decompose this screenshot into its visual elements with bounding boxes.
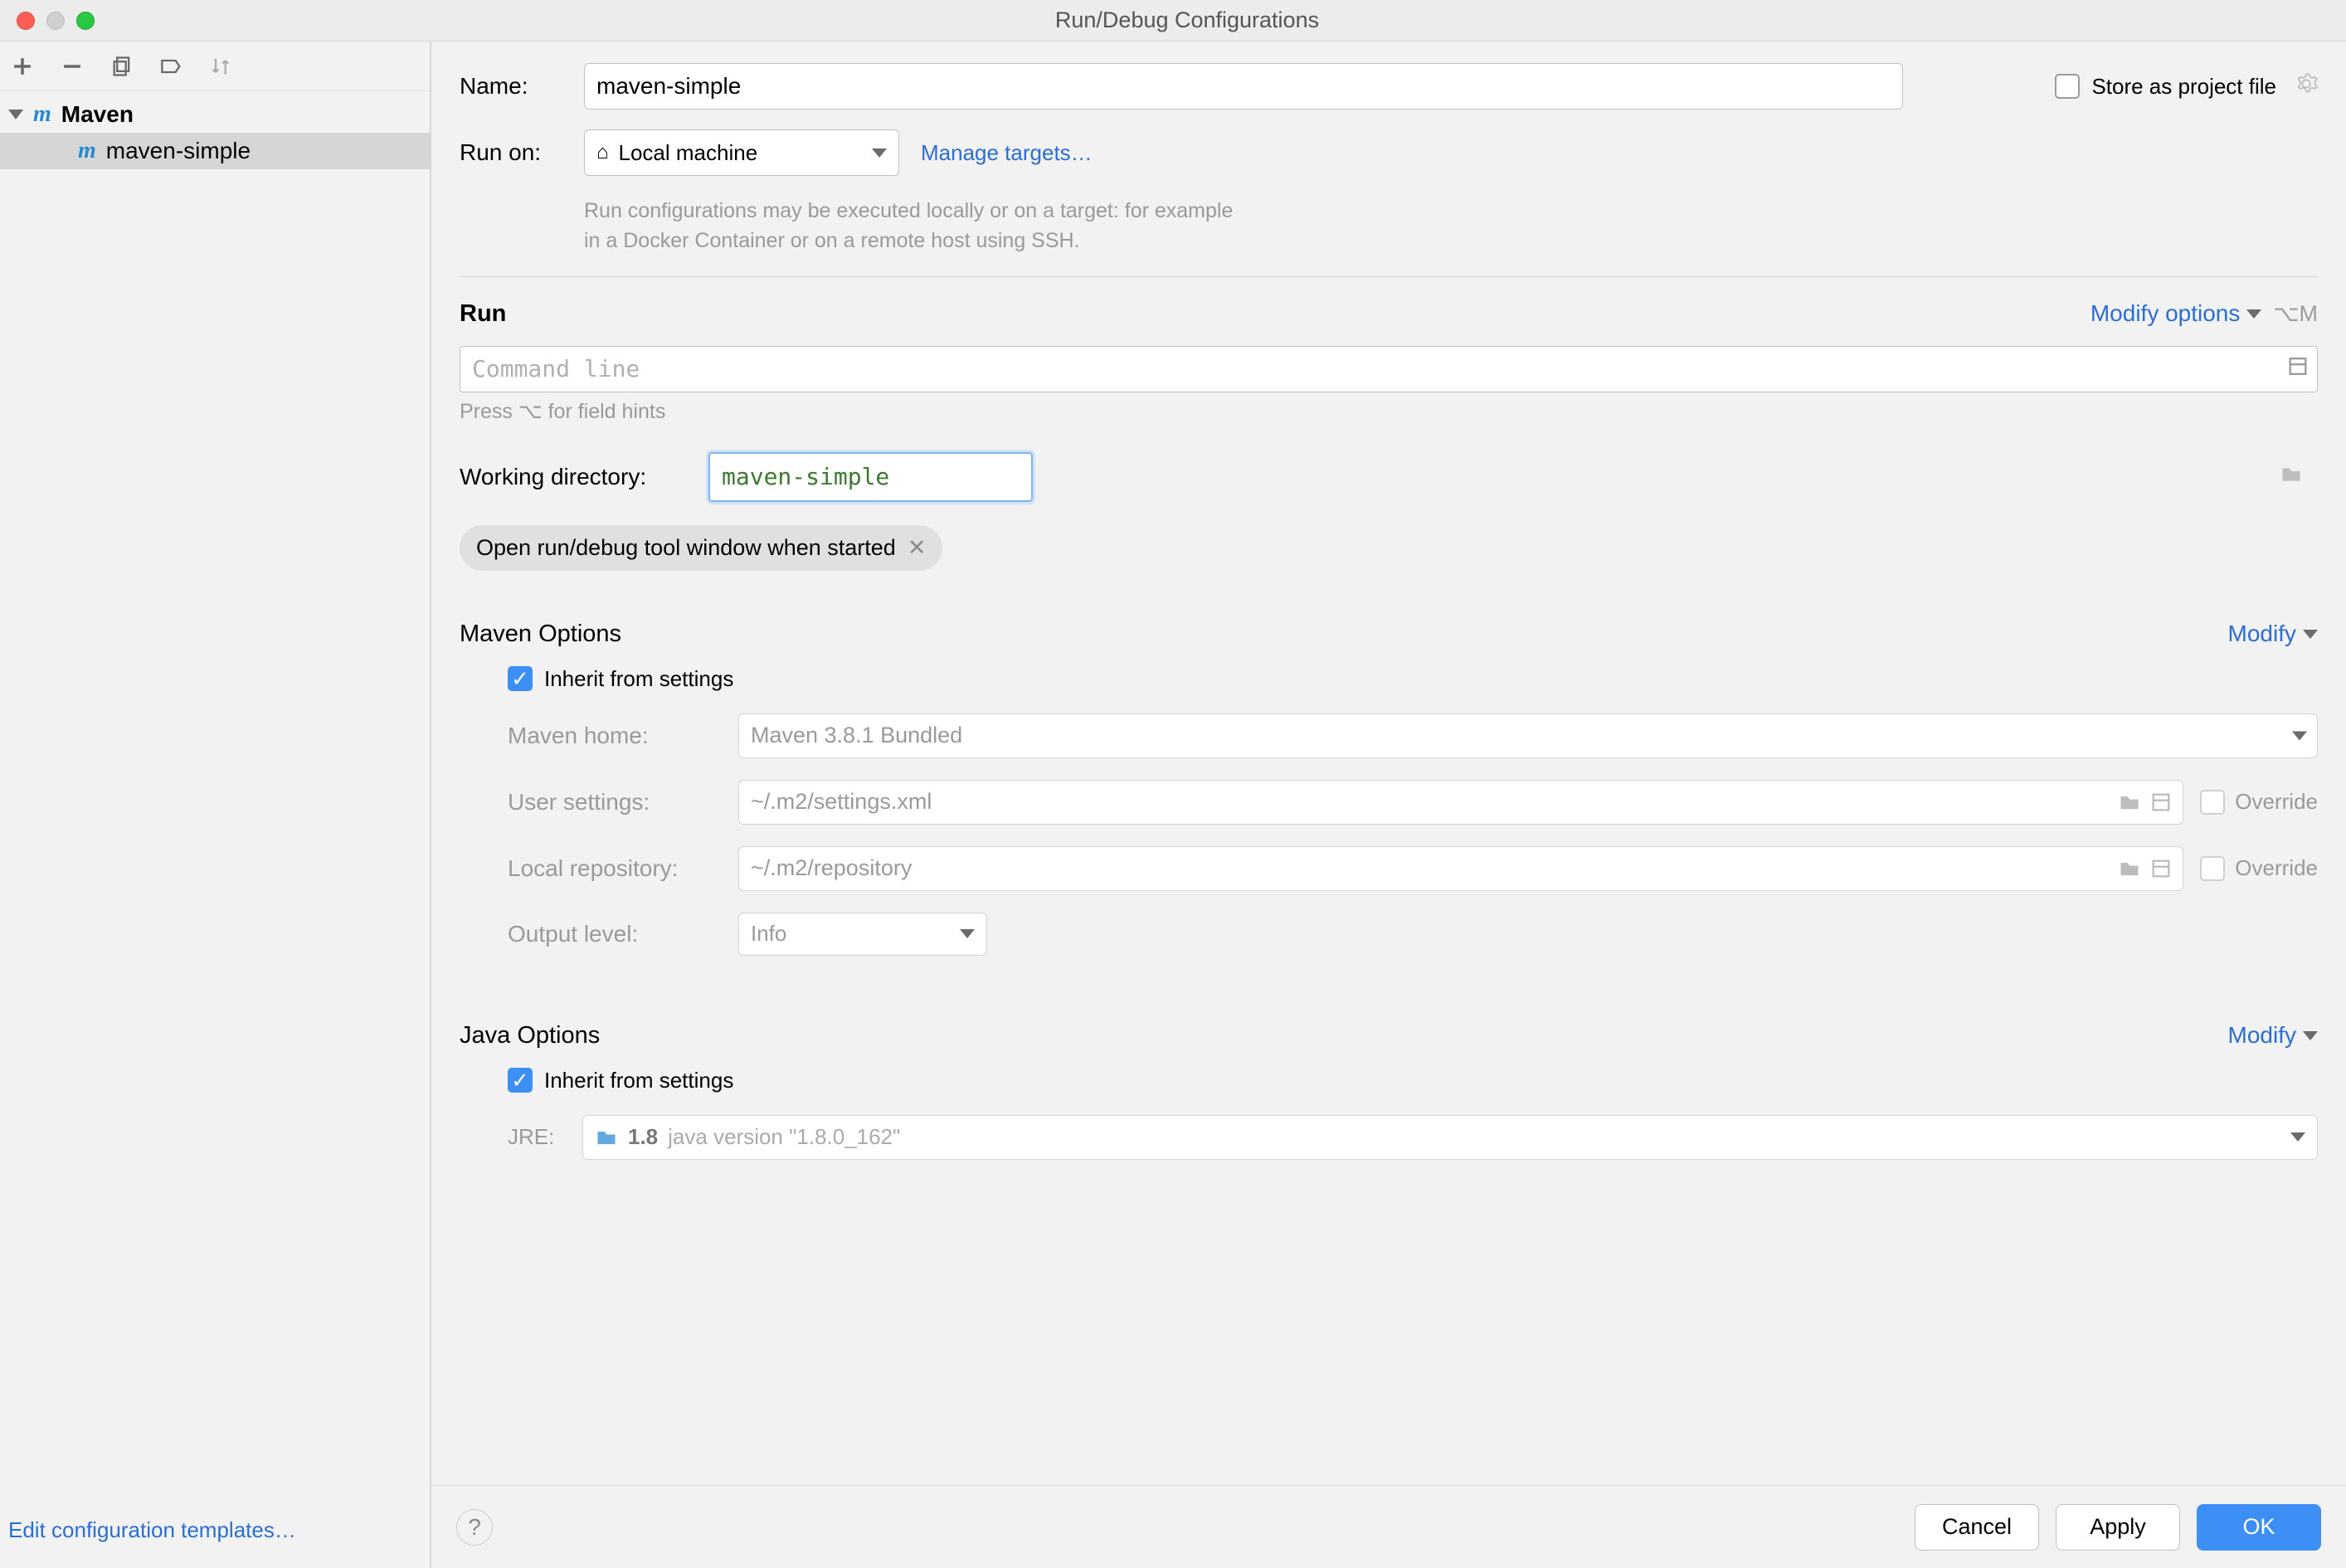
chevron-down-icon: [2246, 309, 2261, 319]
home-icon: ⌂: [596, 141, 609, 164]
titlebar: Run/Debug Configurations: [0, 0, 2346, 41]
sidebar-toolbar: [0, 41, 430, 91]
folder-icon: [595, 1126, 618, 1149]
window: Run/Debug Configurations m Maven m maven…: [0, 0, 2346, 1568]
user-settings-label: User settings:: [508, 789, 690, 816]
divider: [460, 276, 2318, 277]
user-settings-field: ~/.m2/settings.xml: [738, 780, 2183, 825]
sort-config-button[interactable]: [207, 52, 236, 80]
tree-item-label: maven-simple: [106, 138, 251, 164]
run-section-title: Run: [460, 300, 506, 328]
body: m Maven m maven-simple Edit configuratio…: [0, 41, 2346, 1568]
chevron-down-icon: [2290, 1132, 2305, 1142]
name-label: Name:: [460, 73, 584, 100]
chevron-down-icon: [872, 149, 887, 158]
maven-icon: m: [33, 101, 51, 128]
chevron-down-icon: [8, 110, 23, 119]
dialog-footer: ? Cancel Apply OK: [431, 1485, 2346, 1568]
runon-dropdown[interactable]: ⌂ Local machine: [584, 129, 899, 176]
maven-inherit-checkbox[interactable]: ✓: [508, 666, 533, 691]
list-icon: [2149, 791, 2173, 814]
jre-label: JRE:: [508, 1124, 582, 1150]
chevron-down-icon: [2303, 630, 2318, 639]
chevron-down-icon: [2292, 731, 2307, 740]
java-modify-link[interactable]: Modify: [2228, 1022, 2318, 1049]
maven-modify-link[interactable]: Modify: [2228, 621, 2318, 647]
local-repo-label: Local repository:: [508, 855, 690, 882]
expand-icon[interactable]: [2286, 354, 2309, 383]
override-label: Override: [2235, 855, 2318, 881]
maven-inherit-label: Inherit from settings: [544, 666, 733, 692]
user-override-checkbox: [2200, 790, 2225, 815]
window-title: Run/Debug Configurations: [28, 7, 2346, 33]
open-tool-window-chip[interactable]: Open run/debug tool window when started …: [460, 525, 942, 571]
modify-shortcut: ⌥M: [2273, 301, 2318, 327]
close-icon[interactable]: ✕: [908, 535, 927, 561]
runon-label: Run on:: [460, 139, 584, 166]
list-icon: [2149, 857, 2173, 880]
tree-node-maven[interactable]: m Maven: [0, 96, 430, 133]
workdir-label: Working directory:: [460, 464, 708, 490]
java-inherit-label: Inherit from settings: [544, 1068, 733, 1093]
runon-help: Run configurations may be executed local…: [584, 196, 2318, 256]
ok-button[interactable]: OK: [2197, 1504, 2321, 1551]
maven-icon: m: [78, 138, 96, 164]
form-scroll[interactable]: Name: Store as project file Run on: ⌂ Lo…: [431, 41, 2346, 1485]
tree-item-maven-simple[interactable]: m maven-simple: [0, 133, 430, 169]
sidebar: m Maven m maven-simple Edit configuratio…: [0, 41, 431, 1568]
apply-button[interactable]: Apply: [2056, 1504, 2180, 1551]
chevron-down-icon: [960, 929, 975, 938]
store-label: Store as project file: [2091, 74, 2276, 100]
modify-options-link[interactable]: Modify options: [2090, 300, 2262, 327]
output-level-label: Output level:: [508, 921, 690, 947]
folder-icon: [2118, 791, 2141, 814]
tree-node-label: Maven: [61, 101, 134, 128]
edit-templates-link[interactable]: Edit configuration templates…: [8, 1517, 296, 1542]
maven-home-field: Maven 3.8.1 Bundled: [738, 713, 2318, 758]
maven-section-title: Maven Options: [460, 621, 621, 648]
working-directory-input[interactable]: [708, 452, 1033, 502]
override-label: Override: [2235, 789, 2318, 815]
jre-dropdown: 1.8 java version "1.8.0_162": [582, 1115, 2318, 1160]
add-config-button[interactable]: [8, 52, 37, 80]
config-tree: m Maven m maven-simple: [0, 91, 430, 1506]
output-level-dropdown: Info: [738, 913, 987, 956]
store-as-project-checkbox[interactable]: [2055, 74, 2080, 99]
manage-targets-link[interactable]: Manage targets…: [921, 140, 1093, 166]
repo-override-checkbox: [2200, 856, 2225, 881]
chevron-down-icon: [2303, 1031, 2318, 1040]
save-config-button[interactable]: [158, 52, 186, 80]
maven-home-label: Maven home:: [508, 723, 690, 749]
runon-value: Local machine: [619, 140, 758, 166]
content: Name: Store as project file Run on: ⌂ Lo…: [431, 41, 2346, 1568]
local-repo-field: ~/.m2/repository: [738, 846, 2183, 891]
cancel-button[interactable]: Cancel: [1915, 1504, 2039, 1551]
command-line-input[interactable]: [460, 346, 2318, 392]
folder-icon: [2118, 857, 2141, 880]
folder-icon[interactable]: [2280, 462, 2303, 491]
copy-config-button[interactable]: [108, 52, 136, 80]
help-button[interactable]: ?: [456, 1509, 493, 1546]
remove-config-button[interactable]: [58, 52, 86, 80]
name-input[interactable]: [584, 63, 1903, 110]
gear-icon[interactable]: [2295, 72, 2318, 101]
field-hint: Press ⌥ for field hints: [460, 399, 2318, 424]
java-section-title: Java Options: [460, 1022, 600, 1049]
java-inherit-checkbox[interactable]: ✓: [508, 1068, 533, 1093]
